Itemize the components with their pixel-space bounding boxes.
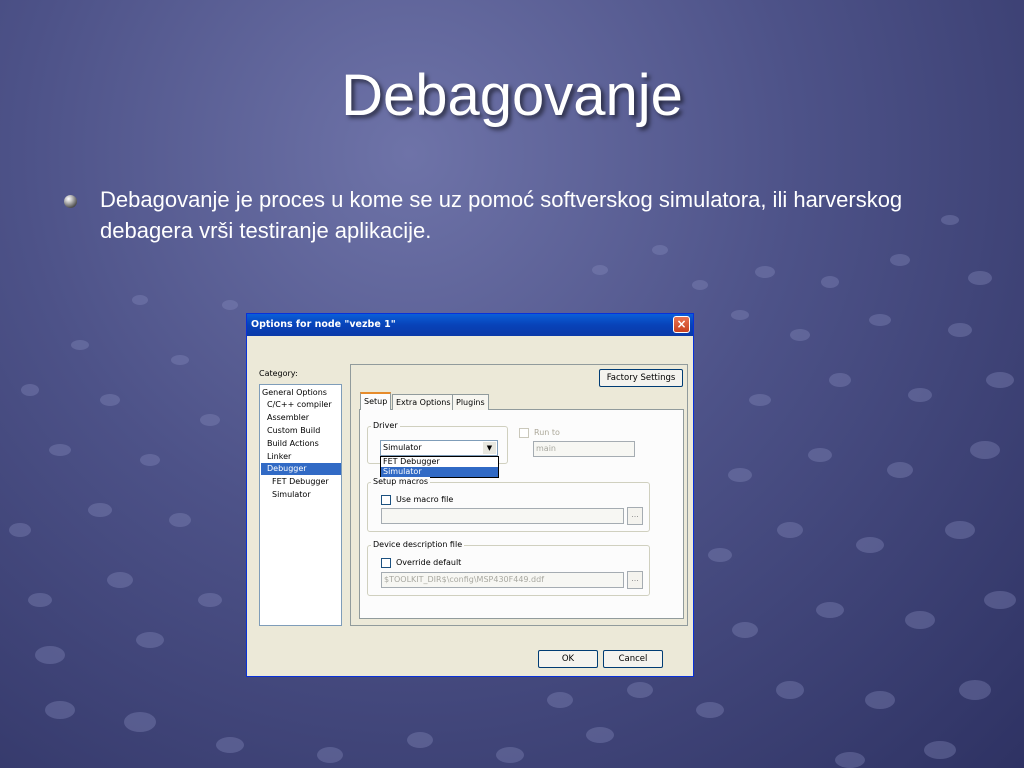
run-to-field[interactable]: main	[533, 441, 635, 457]
category-item-c-compiler[interactable]: C/C++ compiler	[267, 399, 332, 411]
dialog-title: Options for node "vezbe 1"	[251, 319, 396, 330]
run-to-checkbox[interactable]	[519, 428, 529, 438]
bullet-icon	[64, 195, 77, 208]
category-list[interactable]: General Options C/C++ compiler Assembler…	[259, 384, 342, 626]
dialog-titlebar[interactable]: Options for node "vezbe 1" ×	[247, 314, 693, 336]
use-macro-file-checkbox[interactable]	[381, 495, 391, 505]
chevron-down-icon[interactable]: ▼	[483, 442, 496, 454]
category-item-debugger[interactable]: Debugger	[261, 463, 341, 475]
device-description-path-field[interactable]: $TOOLKIT_DIR$\config\MSP430F449.ddf	[381, 572, 624, 588]
slide-title: Debagovanje	[341, 63, 683, 128]
category-item-custom-build[interactable]: Custom Build	[267, 425, 320, 437]
use-macro-file-label: Use macro file	[396, 495, 454, 504]
device-description-group	[367, 545, 650, 596]
tab-plugins[interactable]: Plugins	[452, 394, 489, 410]
device-description-label: Device description file	[371, 540, 465, 549]
macro-file-field[interactable]	[381, 508, 624, 524]
tab-extra-options[interactable]: Extra Options	[392, 394, 455, 410]
category-item-general-options[interactable]: General Options	[262, 387, 327, 399]
override-default-checkbox[interactable]	[381, 558, 391, 568]
cancel-button[interactable]: Cancel	[603, 650, 663, 668]
close-icon[interactable]: ×	[673, 316, 690, 333]
category-item-fet-debugger[interactable]: FET Debugger	[272, 476, 329, 488]
bullet-text: Debagovanje je proces u kome se uz pomoć…	[100, 187, 903, 243]
driver-select-value: Simulator	[383, 443, 422, 452]
setup-macros-group	[367, 482, 650, 532]
macro-file-browse-button[interactable]: ...	[627, 507, 643, 525]
driver-select[interactable]: Simulator ▼	[380, 440, 498, 456]
driver-dropdown[interactable]: FET Debugger Simulator	[380, 456, 499, 478]
run-to-label: Run to	[534, 428, 560, 437]
override-default-label: Override default	[396, 558, 462, 567]
factory-settings-button[interactable]: Factory Settings	[599, 369, 683, 387]
driver-option-simulator[interactable]: Simulator	[381, 467, 498, 477]
device-description-browse-button[interactable]: ...	[627, 571, 643, 589]
category-item-assembler[interactable]: Assembler	[267, 412, 309, 424]
category-item-linker[interactable]: Linker	[267, 451, 291, 463]
category-item-simulator[interactable]: Simulator	[272, 489, 311, 501]
category-label: Category:	[259, 369, 298, 378]
options-dialog: Options for node "vezbe 1" × Category: G…	[246, 313, 694, 677]
driver-label: Driver	[371, 421, 400, 430]
tab-setup[interactable]: Setup	[360, 392, 392, 410]
category-item-build-actions[interactable]: Build Actions	[267, 438, 319, 450]
driver-option-fet-debugger[interactable]: FET Debugger	[381, 457, 498, 467]
setup-macros-label: Setup macros	[371, 477, 431, 486]
bullet-item: Debagovanje je proces u kome se uz pomoć…	[60, 184, 940, 246]
ok-button[interactable]: OK	[538, 650, 598, 668]
